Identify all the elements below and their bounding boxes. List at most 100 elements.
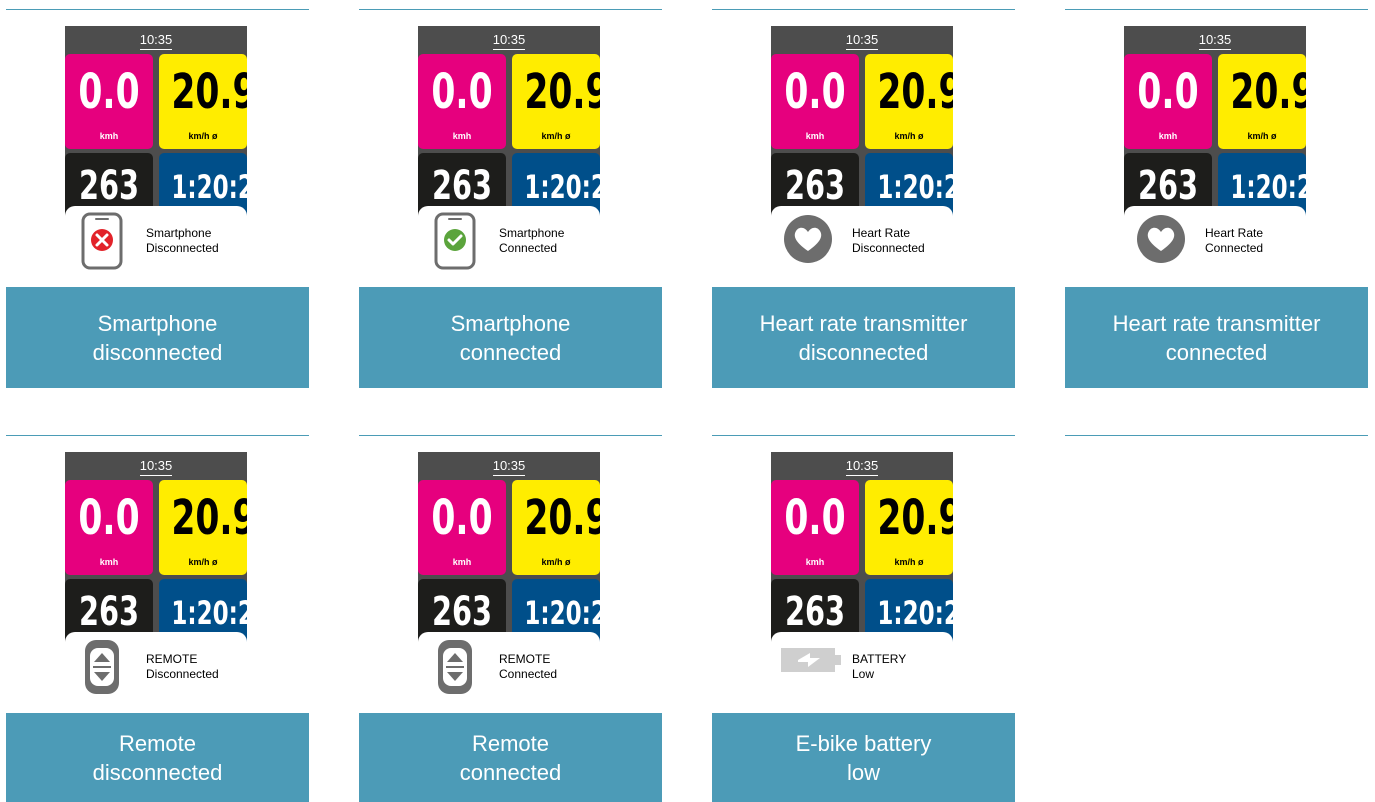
avg-speed-unit: km/h ø <box>541 131 571 141</box>
speed-unit: kmh <box>452 557 472 567</box>
time-value: 1:20:27 <box>877 594 953 632</box>
speed-tile: 0.0 kmh <box>1124 54 1212 149</box>
clock: 10:35 <box>845 452 878 479</box>
speed-unit: kmh <box>452 131 472 141</box>
speed-tile: 0.0 kmh <box>771 54 859 149</box>
distance-value: 263 <box>78 163 140 209</box>
speed-unit: kmh <box>805 557 825 567</box>
popup-message: REMOTE Disconnected <box>146 652 219 681</box>
divider <box>1065 435 1368 436</box>
avg-speed-value: 20.9 <box>171 490 247 546</box>
avg-speed-tile: 20.9 km/h ø <box>159 480 247 575</box>
divider <box>1065 9 1368 10</box>
heart-icon <box>1137 212 1186 269</box>
battery-low-icon <box>780 644 844 681</box>
device-screen: 10:35 0.0 kmh 20.9 km/h ø 263 1:20:27 REMO… <box>418 452 600 698</box>
notification-popup: BATTERY Low <box>771 632 953 698</box>
device-screen: 10:35 0.0 kmh 20.9 km/h ø 263 1:20:27 Hear… <box>1124 26 1306 272</box>
clock: 10:35 <box>139 26 172 53</box>
remote-icon <box>81 638 123 698</box>
caption: Smartphone disconnected <box>6 287 309 388</box>
speed-tile: 0.0 kmh <box>65 54 153 149</box>
avg-speed-tile: 20.9 km/h ø <box>865 54 953 149</box>
popup-message: REMOTE Connected <box>499 652 558 681</box>
speed-value: 0.0 <box>78 64 140 120</box>
card-remote-connected: 10:35 0.0 kmh 20.9 km/h ø 263 1:20:27 REMO… <box>359 435 662 802</box>
clock: 10:35 <box>1198 26 1231 53</box>
speed-tile: 0.0 kmh <box>771 480 859 575</box>
speed-unit: kmh <box>99 557 119 567</box>
divider <box>359 435 662 436</box>
caption: Remote disconnected <box>6 713 309 802</box>
avg-speed-unit: km/h ø <box>188 557 218 567</box>
notification-popup: Smartphone Disconnected <box>65 206 247 272</box>
notification-popup: Heart Rate Connected <box>1124 206 1306 272</box>
card-heart-rate-disconnected: 10:35 0.0 kmh 20.9 km/h ø 263 1:20:27 Hear… <box>712 9 1015 388</box>
avg-speed-unit: km/h ø <box>541 557 571 567</box>
avg-speed-value: 20.9 <box>524 490 600 546</box>
distance-value: 263 <box>784 163 846 209</box>
avg-speed-tile: 20.9 km/h ø <box>159 54 247 149</box>
avg-speed-value: 20.9 <box>877 490 953 546</box>
popup-message: Smartphone Disconnected <box>146 226 219 255</box>
card-battery-low: 10:35 0.0 kmh 20.9 km/h ø 263 1:20:27 BATT… <box>712 435 1015 802</box>
divider <box>6 9 309 10</box>
popup-message: Smartphone Connected <box>499 226 565 255</box>
notification-popup: Smartphone Connected <box>418 206 600 272</box>
status-bar: 10:35 <box>771 26 953 53</box>
avg-speed-value: 20.9 <box>1230 64 1306 120</box>
avg-speed-tile: 20.9 km/h ø <box>512 54 600 149</box>
status-bar: 10:35 <box>418 26 600 53</box>
speed-tile: 0.0 kmh <box>65 480 153 575</box>
smartphone-connected-icon <box>434 212 476 272</box>
card-smartphone-connected: 10:35 0.0 kmh 20.9 km/h ø 263 1:20:27 Smar… <box>359 9 662 388</box>
avg-speed-tile: 20.9 km/h ø <box>512 480 600 575</box>
caption: Remote connected <box>359 713 662 802</box>
card-smartphone-disconnected: 10:35 0.0 kmh 20.9 km/h ø 263 1:20:27 Smar… <box>6 9 309 388</box>
time-value: 1:20:27 <box>877 168 953 206</box>
avg-speed-value: 20.9 <box>171 64 247 120</box>
avg-speed-unit: km/h ø <box>188 131 218 141</box>
avg-speed-value: 20.9 <box>524 64 600 120</box>
avg-speed-tile: 20.9 km/h ø <box>865 480 953 575</box>
speed-tile: 0.0 kmh <box>418 480 506 575</box>
caption: E-bike battery low <box>712 713 1015 802</box>
device-screen: 10:35 0.0 kmh 20.9 km/h ø 263 1:20:27 Smar… <box>65 26 247 272</box>
divider <box>712 9 1015 10</box>
status-bar: 10:35 <box>65 452 247 479</box>
card-heart-rate-connected: 10:35 0.0 kmh 20.9 km/h ø 263 1:20:27 Hear… <box>1065 9 1368 388</box>
clock: 10:35 <box>492 26 525 53</box>
divider <box>6 435 309 436</box>
time-value: 1:20:27 <box>524 168 600 206</box>
avg-speed-unit: km/h ø <box>1247 131 1277 141</box>
speed-value: 0.0 <box>431 64 493 120</box>
avg-speed-tile: 20.9 km/h ø <box>1218 54 1306 149</box>
time-value: 1:20:27 <box>171 168 247 206</box>
card-remote-disconnected: 10:35 0.0 kmh 20.9 km/h ø 263 1:20:27 REMO… <box>6 435 309 802</box>
speed-value: 0.0 <box>431 490 493 546</box>
notification-popup: REMOTE Connected <box>418 632 600 698</box>
notification-popup: Heart Rate Disconnected <box>771 206 953 272</box>
speed-unit: kmh <box>1158 131 1178 141</box>
speed-unit: kmh <box>805 131 825 141</box>
speed-value: 0.0 <box>784 490 846 546</box>
speed-tile: 0.0 kmh <box>418 54 506 149</box>
distance-value: 263 <box>784 589 846 635</box>
distance-value: 263 <box>431 163 493 209</box>
caption: Heart rate transmitter disconnected <box>712 287 1015 388</box>
caption: Smartphone connected <box>359 287 662 388</box>
clock: 10:35 <box>139 452 172 479</box>
distance-value: 263 <box>78 589 140 635</box>
distance-value: 263 <box>1137 163 1199 209</box>
time-value: 1:20:27 <box>1230 168 1306 206</box>
device-screen: 10:35 0.0 kmh 20.9 km/h ø 263 1:20:27 Smar… <box>418 26 600 272</box>
clock: 10:35 <box>492 452 525 479</box>
remote-icon <box>434 638 476 698</box>
empty-slot <box>1065 435 1368 437</box>
speed-value: 0.0 <box>78 490 140 546</box>
speed-unit: kmh <box>99 131 119 141</box>
popup-message: Heart Rate Disconnected <box>852 226 925 255</box>
caption: Heart rate transmitter connected <box>1065 287 1368 388</box>
avg-speed-unit: km/h ø <box>894 131 924 141</box>
popup-message: BATTERY Low <box>852 652 907 681</box>
